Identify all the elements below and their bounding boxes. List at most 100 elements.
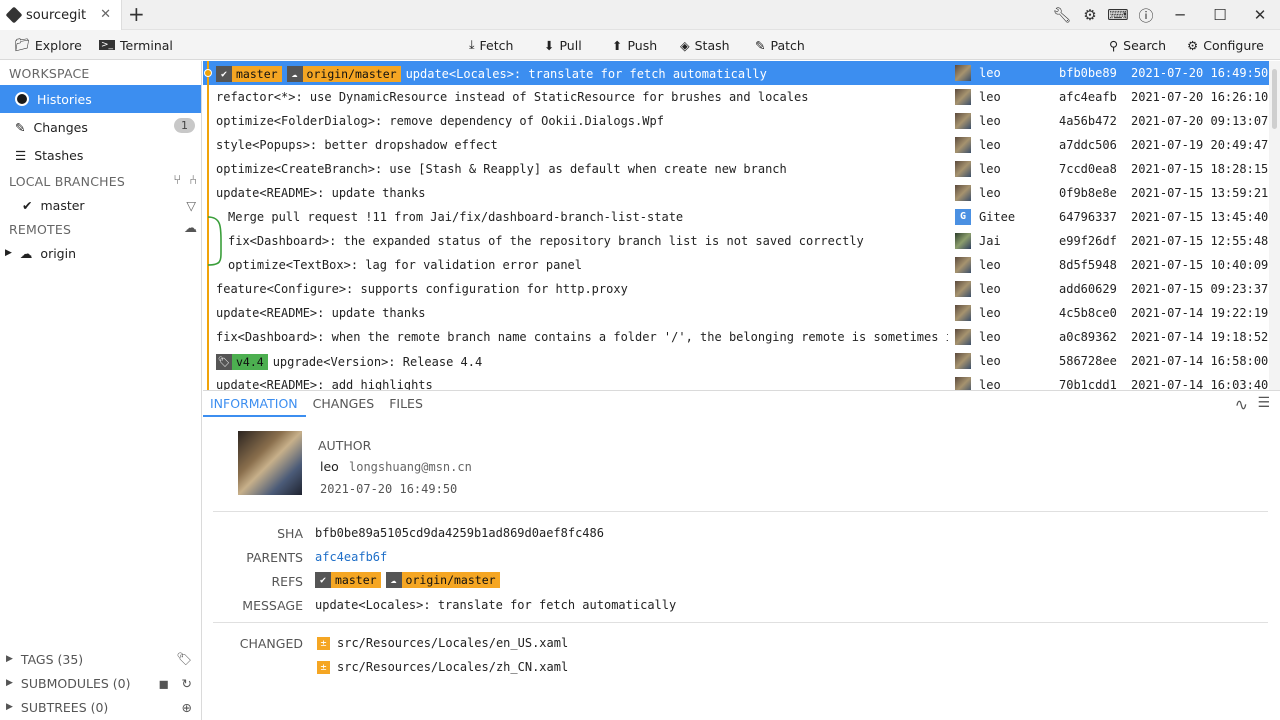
check-icon: ✔︎	[22, 197, 33, 213]
settings-icon: ⚙︎	[1187, 37, 1199, 53]
commit-detail-panel: INFORMATION CHANGES FILES ∿ ☰ AUTHOR leo…	[203, 390, 1280, 720]
changed-file[interactable]: ± src/Resources/Locales/zh_CN.xaml	[317, 660, 568, 674]
add-remote-icon[interactable]: ☁︎	[184, 221, 197, 236]
commit-sha: add60629	[1059, 282, 1117, 296]
submodules-section[interactable]: ▶ SUBMODULES (0) ◼ ↻	[0, 671, 201, 695]
filter-icon[interactable]: ▽	[186, 198, 196, 213]
subtrees-section[interactable]: ▶ SUBTREES (0) ⊕	[0, 695, 201, 719]
commit-date: 2021-07-15 09:23:37	[1131, 282, 1269, 296]
commit-row[interactable]: update<README>: update thanks leo 0f9b8e8e…	[203, 181, 1269, 205]
parent-link[interactable]: afc4eafb6f	[315, 550, 387, 564]
new-branch-icon[interactable]: ⑃	[189, 173, 197, 188]
search-button[interactable]: ⚲ Search	[1109, 30, 1166, 60]
author-email: longshuang@msn.cn	[349, 460, 472, 474]
author-avatar	[238, 431, 302, 495]
author-avatar	[955, 329, 971, 345]
package-icon[interactable]: ◼	[159, 676, 169, 691]
local-branches-header: LOCAL BRANCHES	[9, 174, 125, 189]
tab-changes[interactable]: CHANGES	[306, 391, 383, 417]
refs-value: ✔︎ master ☁︎ origin/master	[315, 572, 502, 588]
commit-row[interactable]: update<README>: add highlights leo 70b1cdd…	[203, 373, 1269, 390]
new-tab-button[interactable]: +	[128, 4, 145, 24]
stash-button[interactable]: ◈ Stash	[680, 30, 730, 60]
commit-row[interactable]: optimize<CreateBranch>: use [Stash & Rea…	[203, 157, 1269, 181]
sidebar-item-histories[interactable]: Histories	[0, 85, 201, 113]
terminal-icon: >_	[99, 40, 116, 50]
sidebar: WORKSPACE Histories ✎ Changes 1 ☰ Stashe…	[0, 61, 202, 720]
refresh-icon[interactable]: ↻	[182, 676, 192, 691]
repo-tab[interactable]: sourcegit ✕	[0, 0, 122, 30]
commit-sha: 586728ee	[1059, 354, 1117, 368]
minimize-button[interactable]: ─	[1160, 6, 1200, 24]
toolbar: 📁︎ Explore >_ Terminal ⤓ Fetch ⬇︎ Pull ⬆︎ Pus…	[0, 30, 1280, 60]
tab-files[interactable]: FILES	[382, 391, 431, 417]
author-avatar	[955, 161, 971, 177]
message-label: MESSAGE	[242, 598, 303, 613]
commit-message: update<README>: add highlights	[216, 378, 433, 390]
explore-button[interactable]: 📁︎ Explore	[14, 30, 82, 60]
remote-item-origin[interactable]: ▶ ☁︎ origin	[0, 241, 201, 265]
merge-branch-line	[207, 216, 222, 266]
layout-toggle-icon[interactable]: ☰	[1257, 395, 1270, 411]
commit-row[interactable]: optimize<TextBox>: lag for validation er…	[203, 253, 1269, 277]
commit-row[interactable]: refactor<*>: use DynamicResource instead…	[203, 85, 1269, 109]
graph-mode-icon[interactable]: ∿	[1235, 395, 1248, 414]
tab-information[interactable]: INFORMATION	[203, 391, 306, 417]
commit-row[interactable]: feature<Configure>: supports configurati…	[203, 277, 1269, 301]
commit-author: leo	[979, 306, 1001, 320]
sidebar-item-changes[interactable]: ✎ Changes 1	[0, 113, 201, 141]
patch-button[interactable]: ✎ Patch	[755, 30, 805, 60]
author-avatar	[955, 305, 971, 321]
commit-row[interactable]: optimize<FolderDialog>: remove dependenc…	[203, 109, 1269, 133]
gear-icon[interactable]: ⚙︎	[1076, 6, 1104, 24]
fetch-button[interactable]: ⤓ Fetch	[469, 30, 513, 60]
tags-section[interactable]: ▶ TAGS (35) 🏷︎	[0, 647, 201, 671]
commit-author: leo	[979, 330, 1001, 344]
expand-arrow-icon[interactable]: ▶	[5, 248, 12, 258]
scrollbar-thumb[interactable]	[1272, 69, 1277, 129]
terminal-button[interactable]: >_ Terminal	[99, 30, 173, 60]
add-tag-icon[interactable]: 🏷︎	[176, 651, 192, 667]
sha-value[interactable]: bfb0be89a5105cd9da4259b1ad869d0aef8fc486	[315, 526, 604, 540]
commit-row[interactable]: update<README>: update thanks leo 4c5b8ce0…	[203, 301, 1269, 325]
changed-file[interactable]: ± src/Resources/Locales/en_US.xaml	[317, 636, 568, 650]
author-avatar	[955, 377, 971, 390]
branch-merge-icon[interactable]: ⑂	[173, 173, 181, 188]
commit-row[interactable]: 🏷︎ v4.4 upgrade<Version>: Release 4.4 leo 58…	[203, 349, 1269, 373]
sidebar-item-stashes[interactable]: ☰ Stashes	[0, 141, 201, 169]
add-subtree-icon[interactable]: ⊕	[182, 700, 192, 715]
commit-list[interactable]: ✔︎ master ☁︎ origin/master update<Locales>: …	[203, 61, 1269, 390]
commit-list-scrollbar[interactable]	[1269, 61, 1280, 390]
refs-label: REFS	[271, 574, 304, 589]
commit-date: 2021-07-15 10:40:09	[1131, 258, 1269, 272]
push-button[interactable]: ⬆︎ Push	[612, 30, 657, 60]
ref-origin-master: ☁︎ origin/master	[286, 66, 401, 82]
check-icon: ✔︎	[315, 572, 331, 588]
help-icon[interactable]: ⓘ	[1132, 5, 1160, 26]
commit-author: leo	[979, 138, 1001, 152]
commit-row[interactable]: ✔︎ master ☁︎ origin/master update<Locales>: …	[203, 61, 1269, 85]
commit-sha: 7ccd0ea8	[1059, 162, 1117, 176]
commit-sha: 70b1cdd1	[1059, 378, 1117, 390]
commit-row[interactable]: fix<Dashboard>: when the remote branch n…	[203, 325, 1269, 349]
commit-message: ✔︎ master ☁︎ origin/master update<Locales>: …	[216, 66, 948, 82]
close-window-button[interactable]: ✕	[1240, 6, 1280, 24]
branch-item-master[interactable]: ✔︎ master ▽	[0, 193, 201, 217]
sha-label: SHA	[277, 526, 303, 541]
commit-message: fix<Dashboard>: when the remote branch n…	[216, 330, 948, 344]
configure-button[interactable]: ⚙︎ Configure	[1187, 30, 1264, 60]
commit-sha: 0f9b8e8e	[1059, 186, 1117, 200]
commit-row[interactable]: style<Popups>: better dropshadow effect l…	[203, 133, 1269, 157]
pull-button[interactable]: ⬇︎ Pull	[544, 30, 582, 60]
cloud-icon: ☁︎	[19, 245, 33, 261]
commit-message: optimize<CreateBranch>: use [Stash & Rea…	[216, 162, 787, 176]
maximize-button[interactable]: ☐	[1200, 6, 1240, 24]
commit-author: leo	[979, 186, 1001, 200]
wrench-icon[interactable]: 🔧︎	[1048, 6, 1076, 24]
close-tab-icon[interactable]: ✕	[100, 7, 111, 22]
repo-tab-title: sourcegit	[26, 7, 87, 23]
keyboard-icon[interactable]: ⌨︎	[1104, 6, 1132, 24]
push-icon: ⬆︎	[612, 37, 623, 53]
commit-row[interactable]: Merge pull request !11 from Jai/fix/dash…	[203, 205, 1269, 229]
commit-row[interactable]: fix<Dashboard>: the expanded status of t…	[203, 229, 1269, 253]
